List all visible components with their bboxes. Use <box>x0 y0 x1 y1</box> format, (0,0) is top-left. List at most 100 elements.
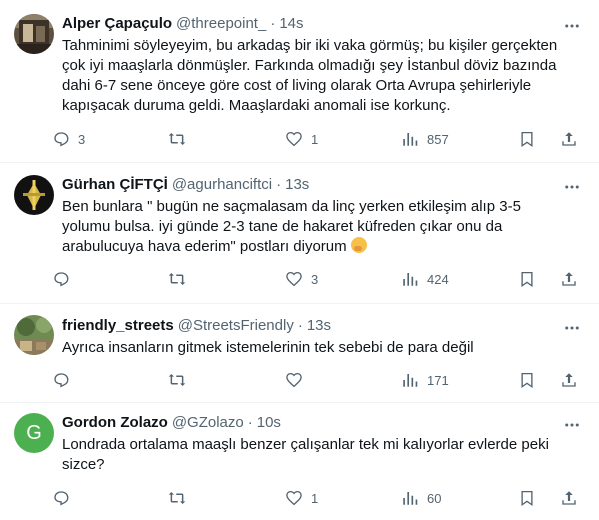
reply-button[interactable]: 3 <box>52 130 85 148</box>
bookmark-icon <box>521 131 533 148</box>
share-icon <box>562 132 576 146</box>
views-icon <box>403 492 418 505</box>
views-count: 424 <box>427 271 449 287</box>
bookmark-button[interactable] <box>518 270 536 288</box>
reply-button[interactable] <box>52 270 78 288</box>
tweet-actions: 3 424 <box>52 270 592 290</box>
retweet-button[interactable] <box>168 130 186 148</box>
retweet-button[interactable] <box>168 270 186 288</box>
tweet-feed: Alper Çapaçulo @threepoint_ · 14s Tahmin… <box>0 0 599 520</box>
bookmark-icon <box>521 271 533 288</box>
share-icon <box>562 272 576 286</box>
views-button[interactable]: 857 <box>401 130 449 148</box>
like-icon <box>286 271 302 287</box>
author-name[interactable]: Alper Çapaçulo <box>62 14 172 34</box>
tweet-text-body: Ben bunlara " bugün ne saçmalasam da lin… <box>62 198 521 255</box>
like-count: 1 <box>311 131 319 147</box>
like-button[interactable] <box>285 371 311 389</box>
author-handle[interactable]: @StreetsFriendly <box>178 316 294 336</box>
tweet-time[interactable]: 13s <box>285 175 309 195</box>
retweet-icon <box>168 374 186 386</box>
tweet-text: Ben bunlara " bugün ne saçmalasam da lin… <box>62 197 542 257</box>
author-name[interactable]: friendly_streets <box>62 316 174 336</box>
tweet[interactable]: G Gordon Zolazo @GZolazo · 10s Londrada … <box>0 403 599 520</box>
reply-button[interactable] <box>52 371 78 389</box>
reply-button[interactable] <box>52 489 78 507</box>
retweet-icon <box>168 133 186 145</box>
share-button[interactable] <box>560 270 578 288</box>
reply-icon <box>54 132 69 147</box>
tweet-text: Ayrıca insanların gitmek istemelerinin t… <box>62 339 474 356</box>
separator-dot: · <box>297 317 303 334</box>
tweet-header: friendly_streets @StreetsFriendly · 13s <box>62 316 581 336</box>
bookmark-button[interactable] <box>518 489 536 507</box>
more-icon[interactable] <box>563 17 581 39</box>
separator-dot: · <box>276 176 282 193</box>
like-count: 1 <box>311 490 319 506</box>
tweet-time[interactable]: 10s <box>257 413 281 433</box>
avatar[interactable] <box>14 315 54 355</box>
share-icon <box>562 491 576 505</box>
separator-dot: · <box>270 15 276 32</box>
like-button[interactable]: 1 <box>285 130 318 148</box>
views-icon <box>403 374 418 387</box>
reply-icon <box>54 272 69 287</box>
views-button[interactable]: 171 <box>401 371 449 389</box>
reply-icon <box>54 491 69 506</box>
author-handle[interactable]: @threepoint_ <box>176 14 266 34</box>
like-button[interactable]: 1 <box>285 489 318 507</box>
author-name[interactable]: Gordon Zolazo <box>62 413 168 433</box>
tweet-time[interactable]: 13s <box>307 316 331 336</box>
tweet-header: Gordon Zolazo @GZolazo · 10s <box>62 413 581 433</box>
tweet[interactable]: Alper Çapaçulo @threepoint_ · 14s Tahmin… <box>0 0 599 163</box>
share-button[interactable] <box>560 130 578 148</box>
more-icon[interactable] <box>563 319 581 341</box>
retweet-icon <box>168 492 186 504</box>
bookmark-button[interactable] <box>518 371 536 389</box>
tweet-header: Gürhan ÇİFTÇİ @agurhanciftci · 13s <box>62 175 581 195</box>
more-icon[interactable] <box>563 416 581 438</box>
views-icon <box>403 133 418 146</box>
reply-count: 3 <box>78 131 86 147</box>
views-count: 171 <box>427 372 449 388</box>
tweet-actions: 1 60 <box>52 489 592 509</box>
bookmark-button[interactable] <box>518 130 536 148</box>
avatar-letter: G <box>26 421 42 444</box>
like-icon <box>286 490 302 506</box>
hand-over-mouth-emoji-icon <box>350 237 367 253</box>
tweet-header: Alper Çapaçulo @threepoint_ · 14s <box>62 14 581 34</box>
tweet-actions: 3 1 857 <box>52 130 592 150</box>
avatar[interactable]: G <box>14 413 54 453</box>
share-button[interactable] <box>560 489 578 507</box>
bookmark-icon <box>521 490 533 507</box>
retweet-icon <box>168 273 186 285</box>
share-button[interactable] <box>560 371 578 389</box>
like-button[interactable]: 3 <box>285 270 318 288</box>
views-button[interactable]: 60 <box>401 489 441 507</box>
tweet-actions: 171 <box>52 371 592 391</box>
views-count: 857 <box>427 131 449 147</box>
tweet[interactable]: friendly_streets @StreetsFriendly · 13s … <box>0 304 599 403</box>
author-handle[interactable]: @agurhanciftci <box>172 175 272 195</box>
tweet-text: Tahminimi söyleyeyim, bu arkadaş bir iki… <box>62 37 558 114</box>
like-icon <box>286 131 302 147</box>
tweet[interactable]: Gürhan ÇİFTÇİ @agurhanciftci · 13s Ben b… <box>0 163 599 304</box>
bookmark-icon <box>521 372 533 389</box>
views-icon <box>403 273 418 286</box>
separator-dot: · <box>247 414 253 431</box>
like-count: 3 <box>311 271 319 287</box>
more-icon[interactable] <box>563 178 581 200</box>
retweet-button[interactable] <box>168 489 186 507</box>
tweet-time[interactable]: 14s <box>279 14 303 34</box>
retweet-button[interactable] <box>168 371 186 389</box>
tweet-text: Londrada ortalama maaşlı benzer çalışanl… <box>62 436 549 473</box>
like-icon <box>286 372 302 388</box>
share-icon <box>562 373 576 387</box>
author-handle[interactable]: @GZolazo <box>172 413 244 433</box>
author-name[interactable]: Gürhan ÇİFTÇİ <box>62 175 168 195</box>
avatar[interactable] <box>14 175 54 215</box>
views-button[interactable]: 424 <box>401 270 449 288</box>
avatar[interactable] <box>14 14 54 54</box>
views-count: 60 <box>427 490 442 506</box>
reply-icon <box>54 373 69 388</box>
